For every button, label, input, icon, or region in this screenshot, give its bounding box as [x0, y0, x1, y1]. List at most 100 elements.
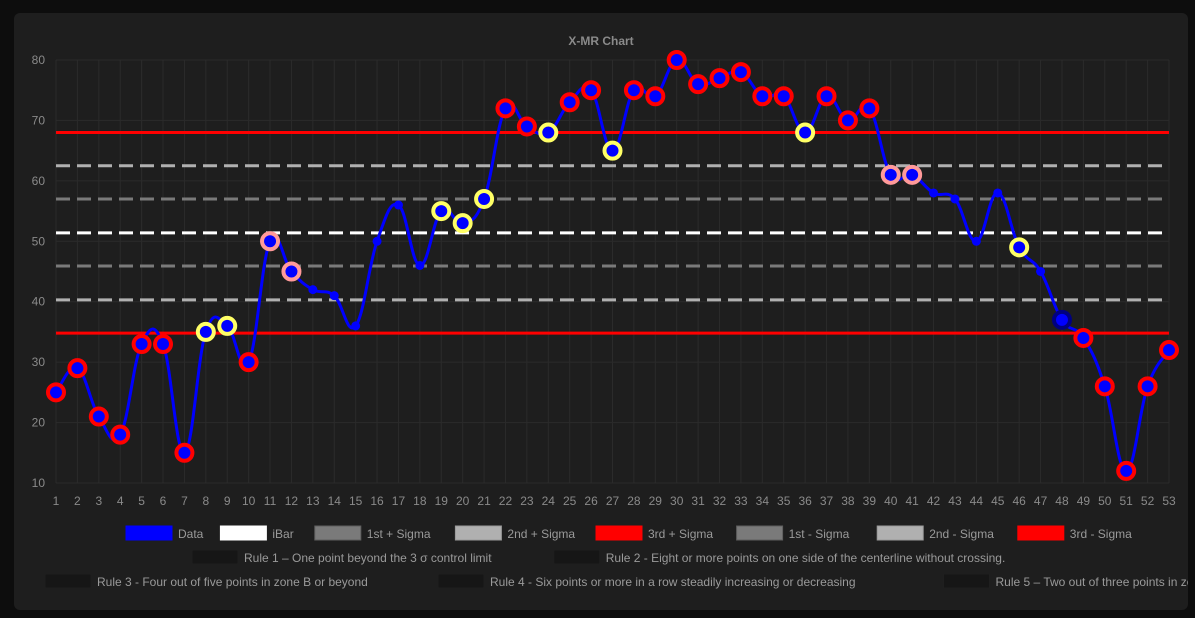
x-tick-label: 34 — [756, 494, 770, 508]
x-tick-label: 7 — [181, 494, 188, 508]
rule-point — [559, 92, 580, 113]
x-tick-label: 31 — [691, 494, 705, 508]
rule-point — [645, 86, 666, 107]
legend-label: 1st - Sigma — [789, 527, 850, 541]
rule-point — [816, 86, 837, 107]
data-point — [351, 321, 361, 331]
legend-label: 2nd - Sigma — [929, 527, 994, 541]
rule-point — [516, 116, 537, 137]
rule-point — [902, 164, 923, 185]
rule-point — [431, 201, 452, 222]
x-tick-label: 14 — [328, 494, 342, 508]
x-tick-label: 45 — [991, 494, 1005, 508]
rule-point — [752, 86, 773, 107]
x-tick-label: 28 — [627, 494, 641, 508]
legend-swatch — [219, 525, 267, 541]
legend-rule-swatch — [44, 573, 92, 589]
data-point — [329, 291, 339, 301]
x-tick-label: 43 — [948, 494, 962, 508]
rule-point — [495, 98, 516, 119]
grid — [55, 59, 1170, 484]
legend-rule-swatch — [191, 549, 239, 565]
x-tick-label: 10 — [242, 494, 256, 508]
x-tick-label: 40 — [884, 494, 898, 508]
legend-rule-swatch — [437, 573, 485, 589]
legend-swatch — [876, 525, 924, 541]
rule-point — [46, 382, 66, 403]
rule-point — [880, 164, 901, 185]
x-tick-label: 36 — [798, 494, 812, 508]
rule-point — [623, 80, 644, 101]
legend: Data iBar 1st + Sigma 2nd + Sigma 3rd + Sigm… — [44, 525, 1189, 589]
rule-point — [67, 358, 88, 379]
y-tick-label: 60 — [32, 174, 46, 188]
x-tick-label: 37 — [820, 494, 834, 508]
x-tick-label: 53 — [1162, 494, 1176, 508]
x-tick-label: 38 — [841, 494, 855, 508]
x-tick-label: 19 — [435, 494, 449, 508]
legend-label: 2nd + Sigma — [507, 527, 575, 541]
rule-point — [1137, 376, 1158, 397]
data-point — [393, 200, 403, 210]
x-tick-label: 6 — [160, 494, 167, 508]
x-tick-label: 1 — [53, 494, 60, 508]
x-tick-label: 46 — [1012, 494, 1026, 508]
rule-point — [709, 68, 730, 89]
x-tick-label: 33 — [734, 494, 748, 508]
legend-swatch — [595, 525, 643, 541]
rule-point — [195, 321, 216, 342]
legend-rule-swatch — [553, 549, 601, 565]
x-tick-label: 47 — [1034, 494, 1048, 508]
rule-point — [474, 188, 495, 209]
rule-point — [688, 74, 709, 95]
x-tick-label: 23 — [520, 494, 534, 508]
y-tick-label: 40 — [32, 295, 46, 309]
y-tick-label: 10 — [32, 476, 46, 490]
x-tick-label: 35 — [777, 494, 791, 508]
data-point — [950, 194, 960, 204]
x-tick-label: 50 — [1098, 494, 1112, 508]
x-tick-label: 26 — [584, 494, 598, 508]
rule-point — [1094, 376, 1115, 397]
rule-point — [538, 122, 559, 143]
x-tick-label: 9 — [224, 494, 231, 508]
rule-point — [730, 62, 751, 83]
chart-card: 10 20 30 40 50 60 70 80 1 2 3 4 5 6 7 8 9 10 11 12 13 14 15 16 1… — [14, 13, 1188, 610]
legend-rule-label: Rule 2 - Eight or more points on one sid… — [606, 551, 1006, 565]
rule-point — [153, 334, 174, 355]
x-tick-label: 30 — [670, 494, 684, 508]
x-tick-label: 51 — [1120, 494, 1134, 508]
legend-rule-label: Rule 3 - Four out of five points in zone… — [97, 575, 368, 589]
x-tick-label: 12 — [285, 494, 299, 508]
x-tick-label: 25 — [563, 494, 577, 508]
legend-label: 3rd - Sigma — [1070, 527, 1132, 541]
rule-point — [131, 334, 152, 355]
x-tick-label: 13 — [306, 494, 320, 508]
legend-rule-swatch — [943, 573, 990, 589]
x-tick-label: 41 — [905, 494, 919, 508]
rule-point — [88, 406, 109, 427]
rule-point — [666, 50, 687, 70]
legend-rule-label: Rule 1 – One point beyond the 3 σ contro… — [244, 551, 492, 565]
x-tick-label: 15 — [349, 494, 363, 508]
legend-rule-label: Rule 4 - Six points or more in a row ste… — [490, 575, 856, 589]
legend-label: 1st + Sigma — [367, 527, 431, 541]
x-tick-label: 39 — [863, 494, 877, 508]
rule-point — [773, 86, 794, 107]
data-point — [929, 188, 939, 198]
x-tick-label: 44 — [970, 494, 984, 508]
rule-point — [1159, 340, 1179, 361]
x-tick-label: 24 — [542, 494, 556, 508]
y-tick-label: 50 — [32, 234, 46, 248]
x-tick-label: 11 — [264, 494, 277, 508]
legend-swatch — [454, 525, 502, 541]
data-point — [993, 188, 1003, 198]
rule-point — [859, 98, 880, 119]
data-point — [372, 236, 382, 246]
y-tick-label: 30 — [32, 355, 46, 369]
rule-point — [238, 352, 259, 373]
y-tick-label: 80 — [32, 53, 46, 67]
rule-point — [260, 231, 281, 252]
legend-rule-label: Rule 5 – Two out of three points in zone… — [996, 575, 1189, 589]
x-tick-label: 22 — [499, 494, 513, 508]
